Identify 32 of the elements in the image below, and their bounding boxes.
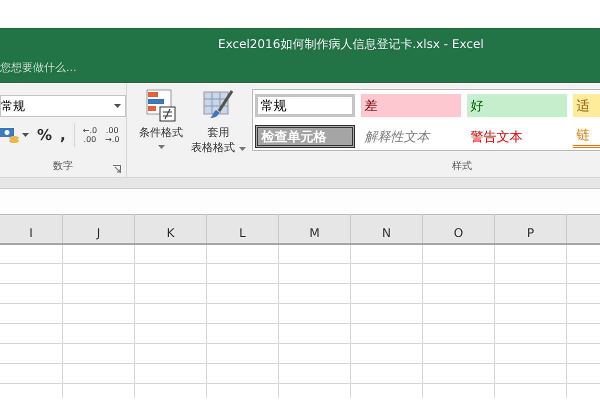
conditional-formatting-button[interactable]: 条件格式 [135, 83, 187, 177]
column-header[interactable]: K [135, 215, 207, 243]
column-header[interactable]: O [423, 215, 495, 243]
window-title: Excel2016如何制作病人信息登记卡.xlsx - Excel [218, 36, 484, 53]
caret-icon [114, 104, 121, 108]
number-style-button[interactable]: , [60, 126, 66, 144]
number-style-button[interactable]: % [37, 126, 52, 144]
group-label: 样式 [451, 160, 473, 173]
caret-icon [238, 147, 246, 151]
tell-me-field[interactable]: 您想要做什么... [0, 61, 200, 74]
format-as-table-button[interactable]: 套用 表格格式 [187, 83, 250, 177]
colored-bars-table-icon [146, 89, 176, 123]
column-header[interactable]: P [495, 215, 567, 243]
group-label: 数字 [53, 160, 73, 173]
decimal-places-button[interactable]: .00 →.0 [105, 126, 120, 144]
cell-style-option[interactable]: 适 [572, 94, 600, 117]
cell-grid[interactable] [0, 245, 600, 398]
number-format-dropdown[interactable]: 常规 [0, 95, 126, 117]
cell-style-option[interactable]: 差 [360, 94, 460, 117]
column-header[interactable]: J [63, 215, 135, 243]
currency-button[interactable] [0, 126, 29, 144]
column-header[interactable]: N [351, 215, 423, 243]
dialog-launcher-icon[interactable] [113, 165, 121, 173]
cell-style-option[interactable]: 常规 [254, 94, 354, 117]
column-header[interactable]: I [0, 215, 63, 243]
cell-style-option[interactable]: 好 [466, 94, 566, 117]
column-header[interactable]: L [207, 215, 279, 243]
column-header[interactable]: M [279, 215, 351, 243]
money-coins-icon [0, 126, 20, 144]
caret-icon [158, 145, 164, 149]
decimal-places-button[interactable]: ←.0 .00 [82, 126, 98, 144]
caret-icon [22, 133, 29, 137]
